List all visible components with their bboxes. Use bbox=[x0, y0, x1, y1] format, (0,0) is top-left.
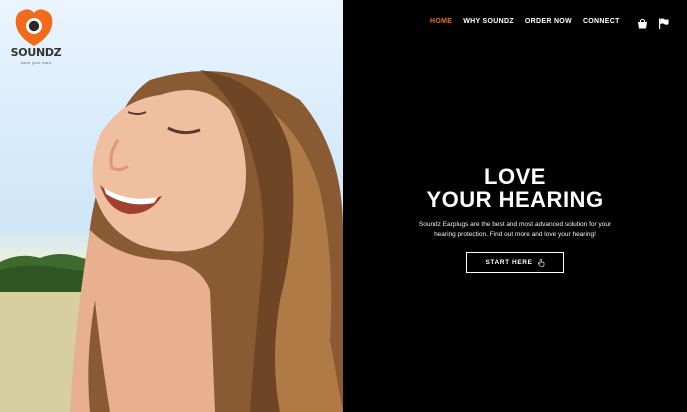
start-here-label: START HERE bbox=[485, 259, 533, 266]
hero-content-panel: HOME WHY SOUNDZ ORDER NOW CONNECT LOVE Y… bbox=[343, 0, 687, 412]
nav-item-home[interactable]: HOME bbox=[430, 18, 452, 25]
hero-title: LOVE YOUR HEARING bbox=[343, 165, 687, 211]
hero-title-line-2: YOUR HEARING bbox=[426, 187, 604, 212]
nav-item-order-now[interactable]: ORDER NOW bbox=[525, 18, 572, 25]
shopping-bag-icon[interactable] bbox=[637, 16, 648, 29]
flag-icon[interactable] bbox=[658, 16, 669, 29]
page: SOUNDZ save your ears HOME WHY SOUNDZ OR… bbox=[0, 0, 687, 412]
main-nav: HOME WHY SOUNDZ ORDER NOW CONNECT bbox=[430, 18, 620, 25]
hero-description: Soundz Earplugs are the best and most ad… bbox=[418, 221, 612, 238]
brand-tagline: save your ears bbox=[20, 60, 52, 65]
nav-item-why-soundz[interactable]: WHY SOUNDZ bbox=[463, 18, 514, 25]
nav-icons bbox=[637, 16, 669, 29]
pointer-hand-icon bbox=[537, 258, 544, 267]
brand-logo[interactable]: SOUNDZ save your ears bbox=[10, 9, 62, 67]
nav-item-connect[interactable]: CONNECT bbox=[583, 18, 620, 25]
hero-photo-panel: SOUNDZ save your ears bbox=[0, 0, 343, 412]
brand-name: SOUNDZ bbox=[10, 46, 62, 59]
logo-mark-icon bbox=[15, 9, 53, 46]
hero-section: LOVE YOUR HEARING Soundz Earplugs are th… bbox=[343, 165, 687, 273]
start-here-button[interactable]: START HERE bbox=[466, 252, 564, 273]
hero-title-line-1: LOVE bbox=[484, 164, 546, 189]
